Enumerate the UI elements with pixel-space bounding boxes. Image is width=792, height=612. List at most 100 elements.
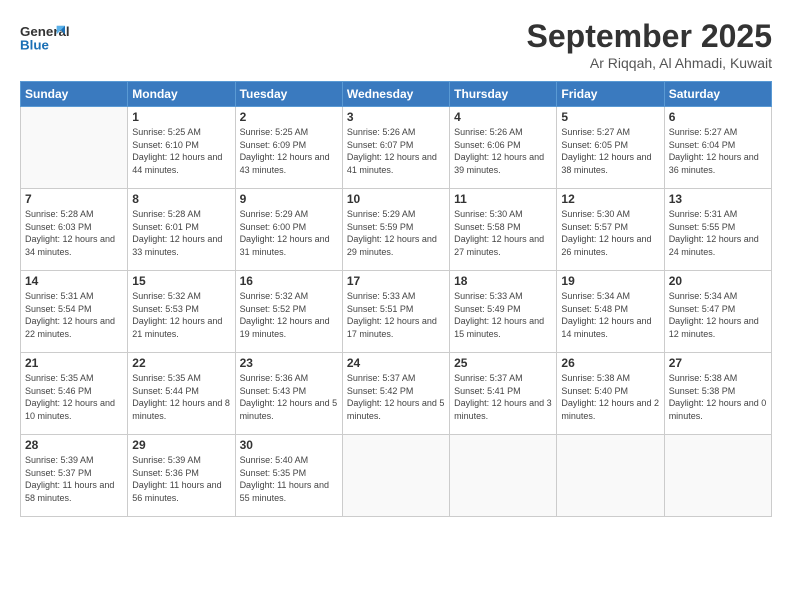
calendar-table: Sunday Monday Tuesday Wednesday Thursday…	[20, 81, 772, 517]
calendar-cell	[450, 435, 557, 517]
header: General Blue September 2025 Ar Riqqah, A…	[20, 18, 772, 71]
calendar-cell: 14Sunrise: 5:31 AMSunset: 5:54 PMDayligh…	[21, 271, 128, 353]
calendar-cell: 11Sunrise: 5:30 AMSunset: 5:58 PMDayligh…	[450, 189, 557, 271]
day-info: Sunrise: 5:29 AMSunset: 5:59 PMDaylight:…	[347, 208, 445, 258]
day-number: 6	[669, 110, 767, 124]
day-number: 29	[132, 438, 230, 452]
calendar-cell: 21 Sunrise: 5:35 AMSunset: 5:46 PMDayligh…	[21, 353, 128, 435]
calendar-cell: 25 Sunrise: 5:37 AMSunset: 5:41 PMDayligh…	[450, 353, 557, 435]
day-number: 9	[240, 192, 338, 206]
month-title: September 2025	[527, 18, 772, 55]
day-info: Sunrise: 5:34 AMSunset: 5:47 PMDaylight:…	[669, 290, 767, 340]
calendar-week-3: 14Sunrise: 5:31 AMSunset: 5:54 PMDayligh…	[21, 271, 772, 353]
title-block: September 2025 Ar Riqqah, Al Ahmadi, Kuw…	[527, 18, 772, 71]
day-info: Sunrise: 5:35 AMSunset: 5:44 PMDaylight:…	[132, 372, 230, 422]
day-info: Sunrise: 5:37 AMSunset: 5:42 PMDaylight:…	[347, 372, 445, 422]
day-number: 8	[132, 192, 230, 206]
day-info: Sunrise: 5:30 AMSunset: 5:57 PMDaylight:…	[561, 208, 659, 258]
day-number: 5	[561, 110, 659, 124]
day-info: Sunrise: 5:39 AMSunset: 5:37 PMDaylight:…	[25, 454, 123, 504]
day-number: 30	[240, 438, 338, 452]
col-friday: Friday	[557, 82, 664, 107]
col-saturday: Saturday	[664, 82, 771, 107]
day-number: 3	[347, 110, 445, 124]
calendar-cell: 20 Sunrise: 5:34 AMSunset: 5:47 PMDayligh…	[664, 271, 771, 353]
calendar-cell: 15Sunrise: 5:32 AMSunset: 5:53 PMDayligh…	[128, 271, 235, 353]
day-info: Sunrise: 5:39 AMSunset: 5:36 PMDaylight:…	[132, 454, 230, 504]
calendar-cell: 29 Sunrise: 5:39 AMSunset: 5:36 PMDayligh…	[128, 435, 235, 517]
day-number: 21	[25, 356, 123, 370]
calendar-cell: 28 Sunrise: 5:39 AMSunset: 5:37 PMDayligh…	[21, 435, 128, 517]
day-number: 27	[669, 356, 767, 370]
day-info: Sunrise: 5:31 AMSunset: 5:55 PMDaylight:…	[669, 208, 767, 258]
day-info: Sunrise: 5:38 AMSunset: 5:40 PMDaylight:…	[561, 372, 659, 422]
day-number: 11	[454, 192, 552, 206]
day-info: Sunrise: 5:25 AMSunset: 6:10 PMDaylight:…	[132, 126, 230, 176]
day-number: 14	[25, 274, 123, 288]
day-number: 25	[454, 356, 552, 370]
svg-text:Blue: Blue	[20, 37, 49, 52]
calendar-cell: 30Sunrise: 5:40 AMSunset: 5:35 PMDayligh…	[235, 435, 342, 517]
day-info: Sunrise: 5:29 AMSunset: 6:00 PMDaylight:…	[240, 208, 338, 258]
calendar-week-1: 1 Sunrise: 5:25 AMSunset: 6:10 PMDaylight…	[21, 107, 772, 189]
calendar-cell: 1 Sunrise: 5:25 AMSunset: 6:10 PMDaylight…	[128, 107, 235, 189]
calendar-cell: 7Sunrise: 5:28 AMSunset: 6:03 PMDaylight…	[21, 189, 128, 271]
day-number: 26	[561, 356, 659, 370]
col-tuesday: Tuesday	[235, 82, 342, 107]
day-number: 19	[561, 274, 659, 288]
calendar-cell: 12Sunrise: 5:30 AMSunset: 5:57 PMDayligh…	[557, 189, 664, 271]
calendar-cell	[557, 435, 664, 517]
calendar-cell: 19 Sunrise: 5:34 AMSunset: 5:48 PMDayligh…	[557, 271, 664, 353]
calendar-cell: 18Sunrise: 5:33 AMSunset: 5:49 PMDayligh…	[450, 271, 557, 353]
calendar-week-5: 28 Sunrise: 5:39 AMSunset: 5:37 PMDayligh…	[21, 435, 772, 517]
day-number: 13	[669, 192, 767, 206]
day-number: 28	[25, 438, 123, 452]
calendar-cell: 2 Sunrise: 5:25 AMSunset: 6:09 PMDaylight…	[235, 107, 342, 189]
calendar-cell: 27 Sunrise: 5:38 AMSunset: 5:38 PMDayligh…	[664, 353, 771, 435]
day-info: Sunrise: 5:26 AMSunset: 6:06 PMDaylight:…	[454, 126, 552, 176]
calendar-cell: 24 Sunrise: 5:37 AMSunset: 5:42 PMDayligh…	[342, 353, 449, 435]
calendar-cell: 8Sunrise: 5:28 AMSunset: 6:01 PMDaylight…	[128, 189, 235, 271]
day-number: 22	[132, 356, 230, 370]
col-wednesday: Wednesday	[342, 82, 449, 107]
col-sunday: Sunday	[21, 82, 128, 107]
day-number: 20	[669, 274, 767, 288]
calendar-header-row: Sunday Monday Tuesday Wednesday Thursday…	[21, 82, 772, 107]
calendar-week-4: 21 Sunrise: 5:35 AMSunset: 5:46 PMDayligh…	[21, 353, 772, 435]
col-monday: Monday	[128, 82, 235, 107]
calendar-cell: 23 Sunrise: 5:36 AMSunset: 5:43 PMDayligh…	[235, 353, 342, 435]
day-number: 17	[347, 274, 445, 288]
calendar-week-2: 7Sunrise: 5:28 AMSunset: 6:03 PMDaylight…	[21, 189, 772, 271]
day-number: 16	[240, 274, 338, 288]
day-info: Sunrise: 5:32 AMSunset: 5:52 PMDaylight:…	[240, 290, 338, 340]
calendar-cell: 13 Sunrise: 5:31 AMSunset: 5:55 PMDayligh…	[664, 189, 771, 271]
calendar-cell: 10 Sunrise: 5:29 AMSunset: 5:59 PMDayligh…	[342, 189, 449, 271]
logo: General Blue	[20, 18, 70, 58]
day-number: 24	[347, 356, 445, 370]
day-info: Sunrise: 5:34 AMSunset: 5:48 PMDaylight:…	[561, 290, 659, 340]
calendar-cell: 26 Sunrise: 5:38 AMSunset: 5:40 PMDayligh…	[557, 353, 664, 435]
calendar-cell: 6 Sunrise: 5:27 AMSunset: 6:04 PMDaylight…	[664, 107, 771, 189]
day-number: 1	[132, 110, 230, 124]
day-number: 7	[25, 192, 123, 206]
day-info: Sunrise: 5:35 AMSunset: 5:46 PMDaylight:…	[25, 372, 123, 422]
day-info: Sunrise: 5:27 AMSunset: 6:05 PMDaylight:…	[561, 126, 659, 176]
day-info: Sunrise: 5:26 AMSunset: 6:07 PMDaylight:…	[347, 126, 445, 176]
day-number: 15	[132, 274, 230, 288]
calendar-cell: 5 Sunrise: 5:27 AMSunset: 6:05 PMDaylight…	[557, 107, 664, 189]
day-info: Sunrise: 5:25 AMSunset: 6:09 PMDaylight:…	[240, 126, 338, 176]
calendar-cell: 4 Sunrise: 5:26 AMSunset: 6:06 PMDaylight…	[450, 107, 557, 189]
day-info: Sunrise: 5:38 AMSunset: 5:38 PMDaylight:…	[669, 372, 767, 422]
day-info: Sunrise: 5:36 AMSunset: 5:43 PMDaylight:…	[240, 372, 338, 422]
col-thursday: Thursday	[450, 82, 557, 107]
day-number: 10	[347, 192, 445, 206]
day-info: Sunrise: 5:37 AMSunset: 5:41 PMDaylight:…	[454, 372, 552, 422]
day-number: 23	[240, 356, 338, 370]
page: General Blue September 2025 Ar Riqqah, A…	[0, 0, 792, 612]
calendar-cell: 22 Sunrise: 5:35 AMSunset: 5:44 PMDayligh…	[128, 353, 235, 435]
calendar-cell: 3 Sunrise: 5:26 AMSunset: 6:07 PMDaylight…	[342, 107, 449, 189]
calendar-cell: 16 Sunrise: 5:32 AMSunset: 5:52 PMDayligh…	[235, 271, 342, 353]
day-number: 2	[240, 110, 338, 124]
day-info: Sunrise: 5:27 AMSunset: 6:04 PMDaylight:…	[669, 126, 767, 176]
day-number: 4	[454, 110, 552, 124]
